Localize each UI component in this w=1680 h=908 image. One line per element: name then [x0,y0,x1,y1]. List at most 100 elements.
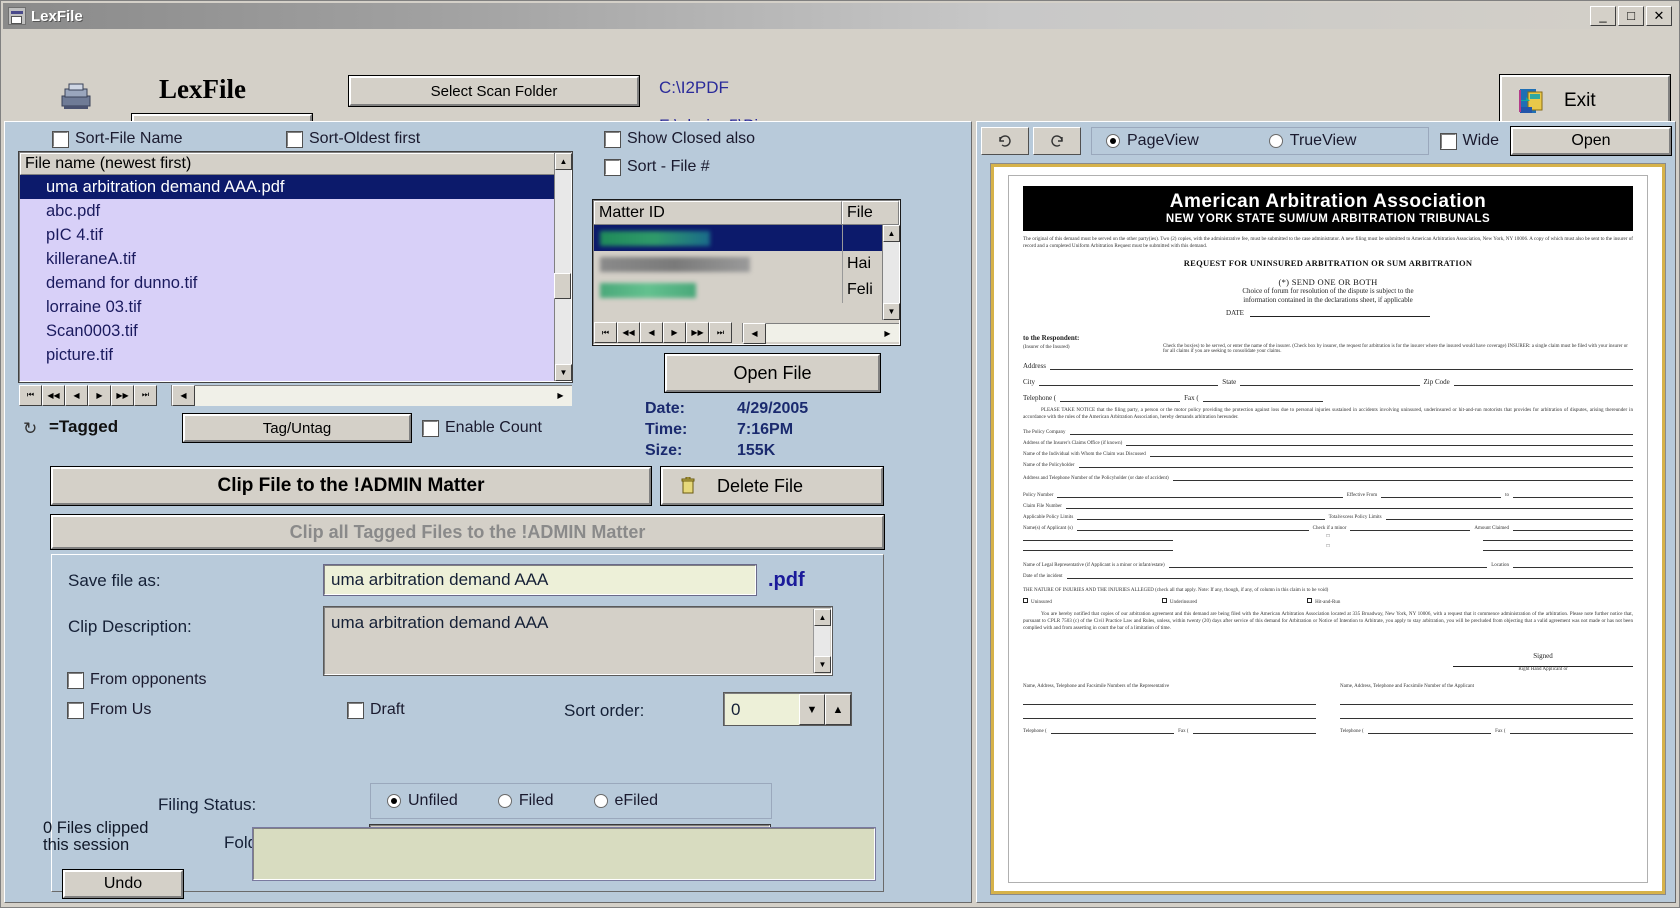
open-button[interactable]: Open [1510,126,1672,156]
hscroll-right-icon[interactable]: ▶ [876,323,899,344]
radio-dot [1268,134,1283,148]
table-row[interactable]: Feli [594,277,882,303]
document-telephone-rule [1060,393,1181,403]
document-checkbox-underinsured: Underinsured [1161,598,1197,605]
list-item[interactable]: uma arbitration demand AAA.pdf [20,175,554,199]
list-item[interactable]: pIC 4.tif [20,223,554,247]
wide-checkbox[interactable]: Wide [1439,132,1499,150]
close-button[interactable]: ✕ [1646,6,1672,26]
filing-status-group: Unfiled Filed eFiled [370,783,772,819]
nav-prev-button[interactable]: ◀ [65,384,88,406]
from-opponents-label: From opponents [90,671,207,688]
matter-list-body[interactable]: Hai Feli [594,225,882,320]
scrollbar-thumb[interactable] [554,273,571,299]
matter-nav-prev-button[interactable]: ◀ [640,322,663,343]
column-header-matter-id[interactable]: Matter ID [594,201,842,224]
radio-true-view[interactable]: TrueView [1268,132,1356,150]
page-view-label: PageView [1127,132,1199,149]
size-label: Size: [645,442,683,459]
table-row[interactable] [594,225,882,251]
tag-untag-button[interactable]: Tag/Untag [182,413,412,443]
document-field-label: Name of the Policyholder [1023,463,1075,469]
scroll-up-icon[interactable]: ▲ [814,609,831,626]
tagged-legend-label: =Tagged [49,417,119,436]
list-item[interactable]: killeraneA.tif [20,247,554,271]
undo-button[interactable]: Undo [62,869,184,899]
radio-filed[interactable]: Filed [497,792,554,810]
maximize-button[interactable]: □ [1618,6,1644,26]
radio-unfiled[interactable]: Unfiled [387,792,458,810]
sort-order-stepper[interactable]: 0 ▼ ▲ [723,692,852,726]
open-file-button[interactable]: Open File [664,353,881,393]
sort-order-value[interactable]: 0 [725,694,799,725]
document-field-rule [1350,522,1471,532]
nav-first-button[interactable]: ⏮ [19,384,42,406]
hscroll-left-icon[interactable]: ◀ [743,322,766,344]
list-item[interactable]: abc.pdf [20,199,554,223]
nav-last-button[interactable]: ⏭ [134,384,157,406]
file-list-hscrollbar[interactable]: ◀ ▶ [171,384,572,406]
file-list[interactable]: File name (newest first) uma arbitration… [18,151,573,383]
scroll-down-icon[interactable]: ▼ [814,656,831,673]
matter-nav-last-button[interactable]: ⏭ [709,322,732,343]
save-file-as-input[interactable]: uma arbitration demand AAA [323,564,757,596]
radio-efiled[interactable]: eFiled [593,792,658,810]
file-list-header[interactable]: File name (newest first) [20,153,571,175]
draft-checkbox[interactable]: Draft [347,701,405,719]
radio-page-view[interactable]: PageView [1106,132,1199,150]
document-field-rule [1149,448,1633,458]
table-row[interactable]: Hai [594,251,882,277]
wide-label: Wide [1462,132,1499,149]
select-scan-folder-button[interactable]: Select Scan Folder [348,75,640,107]
show-closed-checkbox[interactable]: Show Closed also [604,130,755,148]
document-footer-right-rule2 [1340,705,1633,720]
chevron-down-icon[interactable]: ▼ [799,694,825,725]
from-opponents-checkbox[interactable]: From opponents [67,671,207,689]
list-item[interactable]: demand for dunno.tif [20,271,554,295]
clip-description-input[interactable]: uma arbitration demand AAA ▲ ▼ [323,606,833,676]
document-field-rows: The Policy Company Address of the Insure… [1023,426,1634,580]
matter-list-scrollbar[interactable]: ▲ ▼ [882,225,900,320]
chevron-up-icon[interactable]: ▲ [825,694,851,725]
matter-nav-page-forward-button[interactable]: ▶▶ [686,322,709,343]
list-item[interactable]: lorraine 03.tif [20,295,554,319]
rotate-left-icon[interactable] [981,127,1029,155]
column-header-file[interactable]: File [842,201,899,224]
from-us-checkbox[interactable]: From Us [67,701,151,719]
file-list-body[interactable]: uma arbitration demand AAA.pdf abc.pdf p… [20,175,554,381]
delete-file-button[interactable]: Delete File [660,466,884,506]
clip-description-scrollbar[interactable]: ▲ ▼ [813,609,831,673]
matter-nav-first-button[interactable]: ⏮ [594,322,617,343]
list-item[interactable]: Scan0003.tif [20,319,554,343]
scroll-up-icon[interactable]: ▲ [555,153,572,170]
hscroll-left-icon[interactable]: ◀ [172,385,195,406]
nav-next-button[interactable]: ▶ [88,384,111,406]
list-item[interactable]: picture.tif [20,343,554,367]
document-preview-frame[interactable]: American Arbitration Association NEW YOR… [990,163,1666,895]
scroll-down-icon[interactable]: ▼ [883,303,900,320]
clip-file-button[interactable]: Clip File to the !ADMIN Matter [50,466,652,506]
enable-count-checkbox[interactable]: Enable Count [422,419,542,437]
document-footer-fax-rule [1192,725,1316,735]
file-list-scrollbar[interactable]: ▲ ▼ [554,153,572,381]
matter-nav-next-button[interactable]: ▶ [663,322,686,343]
sort-file-number-checkbox[interactable]: Sort - File # [604,158,710,176]
scroll-down-icon[interactable]: ▼ [555,364,572,381]
sort-oldest-first-label: Sort-Oldest first [309,130,421,147]
sort-oldest-first-checkbox[interactable]: Sort-Oldest first [286,130,421,148]
window-controls: _ □ ✕ [1590,6,1672,26]
matter-nav-page-back-button[interactable]: ◀◀ [617,322,640,343]
matter-list-hscrollbar[interactable]: ◀ ▶ [742,322,899,344]
hscroll-right-icon[interactable]: ▶ [549,385,572,406]
scroll-up-icon[interactable]: ▲ [883,225,900,242]
exit-button[interactable]: Exit [1499,74,1671,128]
sort-file-name-checkbox[interactable]: Sort-File Name [52,130,183,148]
nav-page-back-button[interactable]: ◀◀ [42,384,65,406]
rotate-right-icon[interactable] [1033,127,1081,155]
document-address-label: Address [1023,362,1046,371]
clip-all-tagged-button[interactable]: Clip all Tagged Files to the !ADMIN Matt… [50,514,885,550]
matter-list[interactable]: Matter ID File Hai Feli ▲ ▼ ⏮ ◀◀ ◀ ▶ ▶▶ … [592,199,901,346]
document-marker: □ [1326,544,1330,550]
minimize-button[interactable]: _ [1590,6,1616,26]
nav-page-forward-button[interactable]: ▶▶ [111,384,134,406]
